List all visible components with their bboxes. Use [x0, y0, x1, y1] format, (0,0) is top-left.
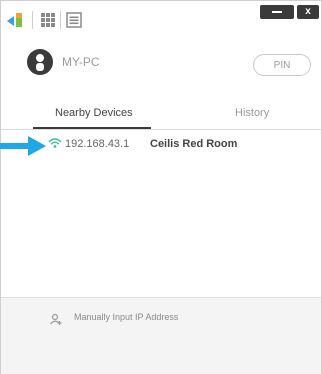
grid-icon[interactable] [39, 11, 57, 29]
list-icon[interactable] [65, 11, 83, 29]
pc-name: MY-PC [62, 55, 100, 69]
device-list-item[interactable]: 192.168.43.1 Ceilis Red Room [1, 133, 321, 157]
active-tab-indicator [33, 127, 151, 129]
user-icon [27, 49, 53, 75]
tab-history[interactable]: History [235, 107, 269, 119]
tab-nearby-devices[interactable]: Nearby Devices [55, 107, 133, 119]
close-icon: x [305, 6, 311, 17]
device-header: MY-PC PIN [1, 43, 321, 89]
manual-ip-link[interactable]: Manually Input IP Address [74, 312, 178, 322]
pin-button[interactable]: PIN [253, 54, 311, 76]
pointer-arrow-icon [0, 136, 46, 156]
title-bar: x [1, 1, 321, 35]
tab-bar: Nearby Devices History [1, 101, 321, 130]
close-button[interactable]: x [297, 5, 319, 19]
manual-ip-panel: Manually Input IP Address [1, 297, 321, 374]
device-ip: 192.168.43.1 [65, 138, 130, 150]
minimize-icon [272, 11, 282, 13]
wifi-icon [48, 138, 62, 148]
device-name: Ceilis Red Room [150, 138, 238, 150]
toolbar-separator [32, 11, 33, 29]
minimize-button[interactable] [260, 5, 294, 19]
toolbar-separator [60, 11, 61, 29]
app-logo-icon[interactable] [5, 11, 31, 29]
app-window: x MY-PC PIN Nearby Devices History 192.1… [0, 0, 322, 374]
add-user-icon [50, 313, 62, 325]
